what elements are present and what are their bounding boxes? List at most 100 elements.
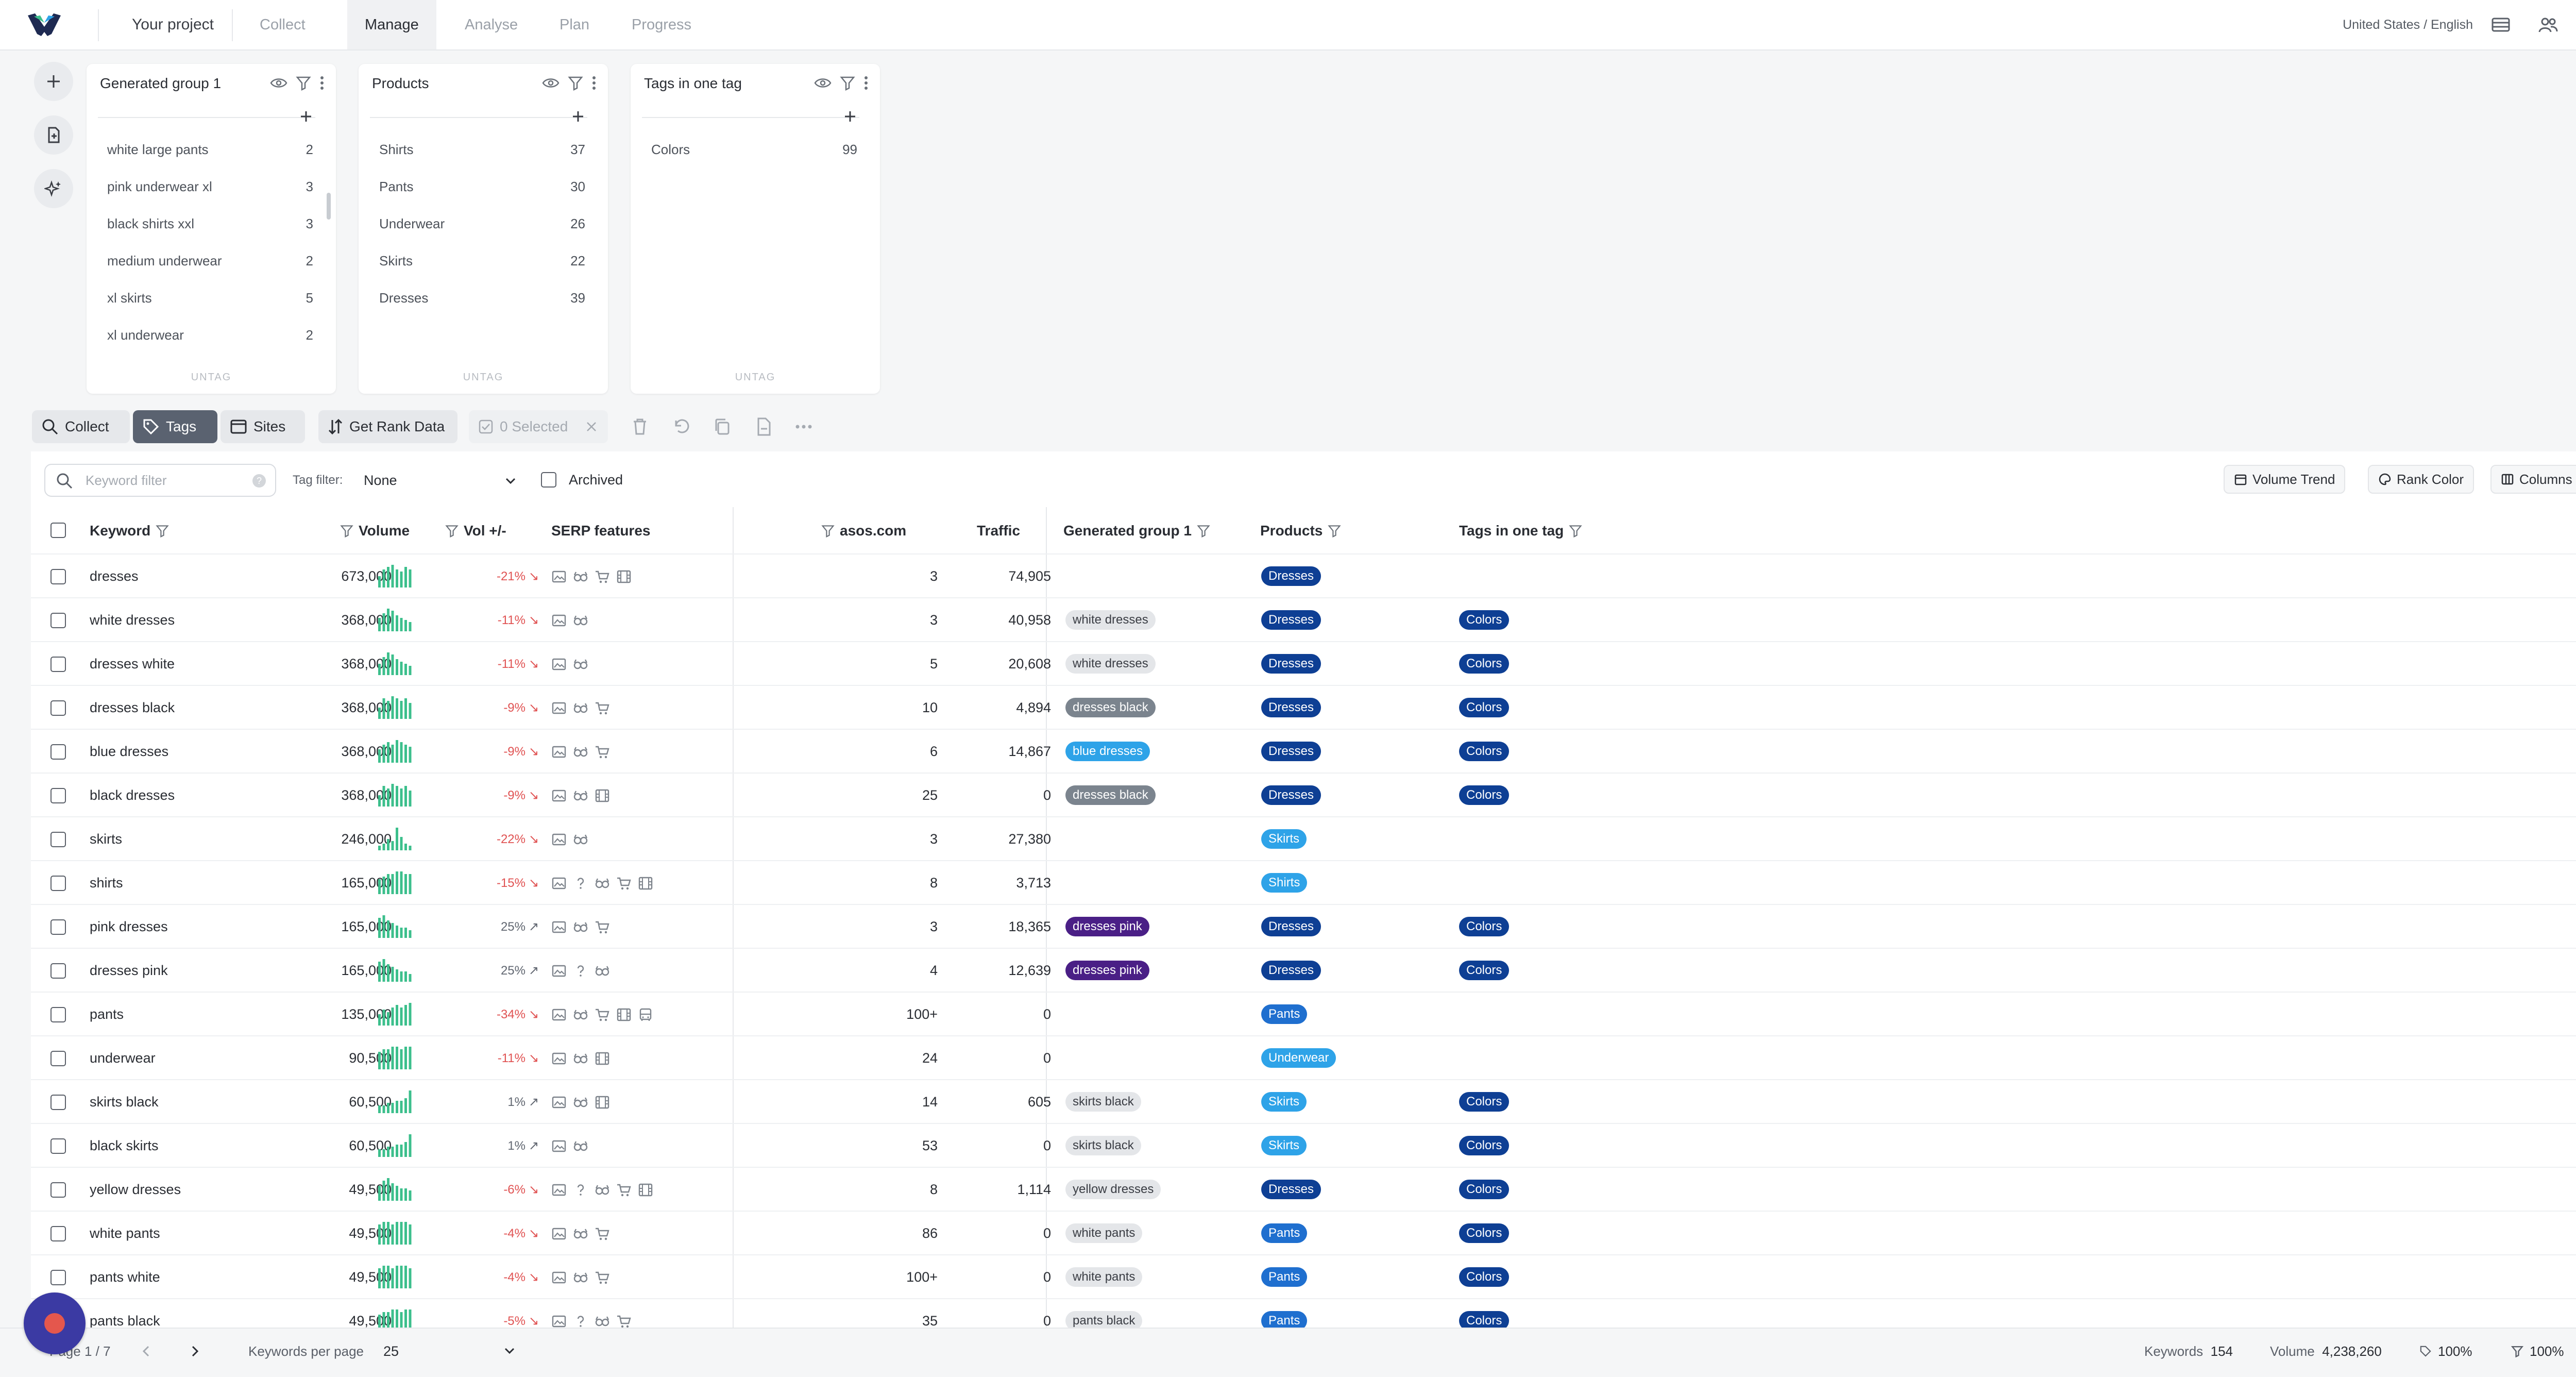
get-rank-data-button[interactable]: Get Rank Data bbox=[318, 410, 457, 443]
help-icon[interactable]: ? bbox=[251, 473, 267, 489]
product-tag[interactable]: Pants bbox=[1261, 1004, 1308, 1024]
table-row[interactable]: yellow dresses 49,500 -6% ↘ 8 1,114 yellow dre… bbox=[31, 1167, 2576, 1211]
untag-dropzone[interactable]: UNTAG bbox=[87, 372, 336, 383]
color-tag[interactable]: Colors bbox=[1459, 1223, 1510, 1243]
keyword-cell[interactable]: shirts bbox=[90, 861, 123, 905]
row-checkbox[interactable] bbox=[50, 788, 66, 803]
tab-progress[interactable]: Progress bbox=[614, 0, 709, 49]
keyword-cell[interactable]: pants bbox=[90, 993, 124, 1036]
rank-color-button[interactable]: Rank Color bbox=[2368, 465, 2475, 494]
column-header-site[interactable]: asos.com bbox=[821, 513, 906, 548]
keyword-cell[interactable]: black skirts bbox=[90, 1124, 159, 1168]
generated-group-tag[interactable]: blue dresses bbox=[1065, 742, 1150, 761]
app-logo-icon[interactable] bbox=[27, 11, 62, 38]
select-all-checkbox[interactable] bbox=[50, 523, 66, 538]
tab-collect[interactable]: Collect bbox=[242, 0, 323, 49]
filter-icon[interactable] bbox=[296, 75, 311, 91]
color-tag[interactable]: Colors bbox=[1459, 1092, 1510, 1112]
group-item[interactable]: Dresses 39 bbox=[379, 279, 585, 316]
row-checkbox[interactable] bbox=[50, 876, 66, 891]
more-vertical-icon[interactable] bbox=[863, 75, 869, 91]
filter-icon[interactable] bbox=[1569, 524, 1582, 538]
filter-icon[interactable] bbox=[840, 75, 855, 91]
keyword-cell[interactable]: dresses black bbox=[90, 686, 175, 730]
project-name[interactable]: Your project bbox=[113, 0, 232, 49]
keyword-cell[interactable]: yellow dresses bbox=[90, 1168, 181, 1212]
table-row[interactable]: shirts 165,000 -15% ↘ 8 3,713 Shirts bbox=[31, 860, 2576, 904]
product-tag[interactable]: Skirts bbox=[1261, 1136, 1307, 1155]
column-header-tags-in-one-tag[interactable]: Tags in one tag bbox=[1459, 513, 1582, 548]
add-tag-plus-icon[interactable] bbox=[841, 107, 859, 126]
tab-analyse[interactable]: Analyse bbox=[447, 0, 535, 49]
row-checkbox[interactable] bbox=[50, 919, 66, 935]
keyword-cell[interactable]: dresses pink bbox=[90, 949, 168, 993]
keyword-cell[interactable]: dresses bbox=[90, 555, 139, 598]
eye-icon[interactable] bbox=[814, 77, 832, 89]
generated-group-tag[interactable]: skirts black bbox=[1065, 1092, 1141, 1112]
row-checkbox[interactable] bbox=[50, 1182, 66, 1198]
more-horizontal-icon[interactable] bbox=[793, 416, 814, 437]
keyword-cell[interactable]: white dresses bbox=[90, 598, 175, 642]
color-tag[interactable]: Colors bbox=[1459, 961, 1510, 980]
keyword-cell[interactable]: dresses white bbox=[90, 642, 175, 686]
table-row[interactable]: pants white 49,500 -4% ↘ 100+ 0 white pants Pan… bbox=[31, 1254, 2576, 1298]
add-tag-plus-icon[interactable] bbox=[297, 107, 315, 126]
product-tag[interactable]: Dresses bbox=[1261, 917, 1321, 936]
color-tag[interactable]: Colors bbox=[1459, 1180, 1510, 1199]
row-checkbox[interactable] bbox=[50, 1226, 66, 1241]
group-item[interactable]: xl underwear 2 bbox=[107, 316, 313, 354]
table-row[interactable]: skirts 246,000 -22% ↘ 3 27,380 Skirts bbox=[31, 816, 2576, 860]
product-tag[interactable]: Pants bbox=[1261, 1267, 1308, 1287]
group-item[interactable]: Skirts 22 bbox=[379, 242, 585, 279]
keyword-cell[interactable]: black dresses bbox=[90, 774, 175, 817]
generated-group-tag[interactable]: dresses black bbox=[1065, 785, 1156, 805]
keyword-filter-search[interactable]: ? bbox=[44, 464, 276, 497]
column-header-products[interactable]: Products bbox=[1260, 513, 1342, 548]
generated-group-tag[interactable]: white dresses bbox=[1065, 654, 1156, 674]
import-file-button[interactable] bbox=[34, 115, 73, 155]
filter-icon[interactable] bbox=[1328, 524, 1342, 538]
generated-group-tag[interactable]: yellow dresses bbox=[1065, 1180, 1161, 1199]
export-file-icon[interactable] bbox=[753, 416, 774, 437]
ai-group-button[interactable] bbox=[34, 169, 73, 208]
table-row[interactable]: pink dresses 165,000 25% ↗ 3 18,365 dresses pi… bbox=[31, 904, 2576, 948]
color-tag[interactable]: Colors bbox=[1459, 1267, 1510, 1287]
column-header-traffic[interactable]: Traffic bbox=[977, 513, 1020, 548]
color-tag[interactable]: Colors bbox=[1459, 742, 1510, 761]
add-group-button[interactable] bbox=[34, 62, 73, 101]
volume-trend-button[interactable]: Volume Trend bbox=[2224, 465, 2346, 494]
column-header-generated-group[interactable]: Generated group 1 bbox=[1063, 513, 1210, 548]
eye-icon[interactable] bbox=[270, 77, 287, 89]
locale-selector[interactable]: United States / English bbox=[2318, 0, 2473, 49]
undo-icon[interactable] bbox=[671, 416, 691, 437]
keyword-cell[interactable]: skirts bbox=[90, 817, 122, 861]
group-item[interactable]: xl skirts 5 bbox=[107, 279, 313, 316]
keyword-cell[interactable]: pink dresses bbox=[90, 905, 168, 949]
table-row[interactable]: black dresses 368,000 -9% ↘ 25 0 dresses black… bbox=[31, 773, 2576, 816]
row-checkbox[interactable] bbox=[50, 1095, 66, 1110]
keyword-cell[interactable]: white pants bbox=[90, 1212, 160, 1255]
group-item[interactable]: black shirts xxl 3 bbox=[107, 205, 313, 242]
filter-icon[interactable] bbox=[445, 524, 459, 538]
column-header-serp[interactable]: SERP features bbox=[551, 513, 650, 548]
per-page-select[interactable]: 25 bbox=[380, 1339, 517, 1364]
product-tag[interactable]: Dresses bbox=[1261, 1180, 1321, 1199]
product-tag[interactable]: Skirts bbox=[1261, 829, 1307, 849]
selection-counter[interactable]: 0 Selected bbox=[469, 410, 608, 443]
group-item[interactable]: pink underwear xl 3 bbox=[107, 168, 313, 205]
generated-group-tag[interactable]: white pants bbox=[1065, 1267, 1143, 1287]
row-checkbox[interactable] bbox=[50, 963, 66, 979]
generated-group-tag[interactable]: dresses pink bbox=[1065, 961, 1149, 980]
keyword-filter-input[interactable] bbox=[84, 470, 239, 491]
table-row[interactable]: white pants 49,500 -4% ↘ 86 0 white pants Pants… bbox=[31, 1211, 2576, 1254]
layout-icon[interactable] bbox=[2490, 14, 2511, 35]
table-row[interactable]: black skirts 60,500 1% ↗ 53 0 skirts black Skir… bbox=[31, 1123, 2576, 1167]
color-tag[interactable]: Colors bbox=[1459, 917, 1510, 936]
group-item[interactable]: Pants 30 bbox=[379, 168, 585, 205]
product-tag[interactable]: Pants bbox=[1261, 1223, 1308, 1243]
generated-group-tag[interactable]: white pants bbox=[1065, 1223, 1143, 1243]
product-tag[interactable]: Dresses bbox=[1261, 654, 1321, 674]
tags-button[interactable]: Tags bbox=[133, 410, 217, 443]
eye-icon[interactable] bbox=[542, 77, 560, 89]
tab-manage[interactable]: Manage bbox=[347, 0, 436, 49]
